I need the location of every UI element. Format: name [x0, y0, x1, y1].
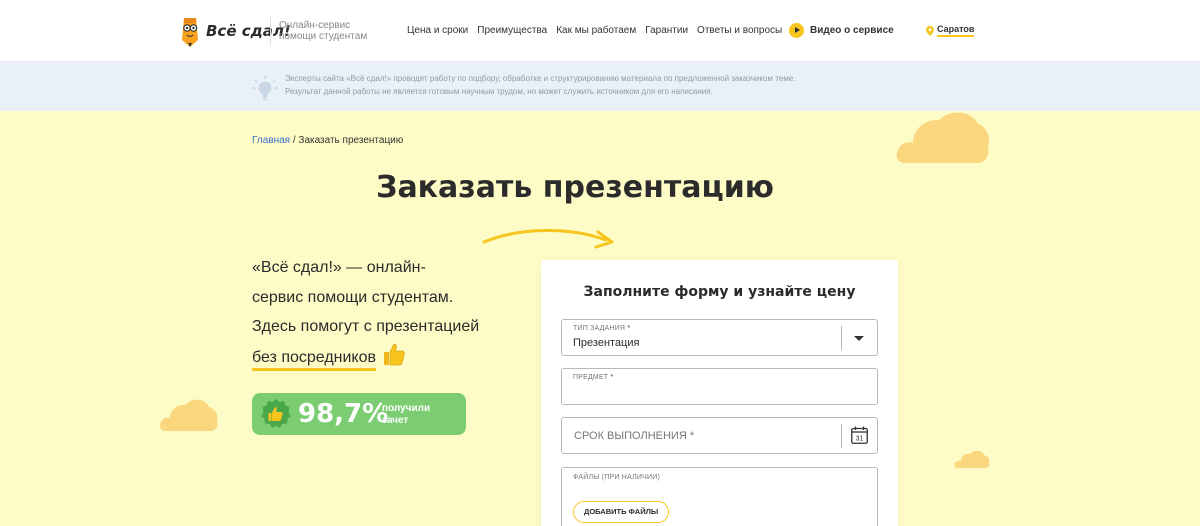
calendar-icon[interactable]: 31 [851, 426, 868, 444]
nav-faq[interactable]: Ответы и вопросы [697, 25, 782, 36]
lightbulb-icon [252, 75, 278, 101]
thumbs-up-icon [384, 343, 405, 365]
files-field: ФАЙЛЫ (ПРИ НАЛИЧИИ) ДОБАВИТЬ ФАЙЛЫ [561, 467, 878, 526]
play-icon [789, 23, 804, 38]
page-title: Заказать презентацию [376, 170, 774, 205]
cloud-decoration-icon [896, 112, 989, 163]
task-type-value: Презентация [573, 337, 640, 349]
cloud-decoration-icon [954, 450, 990, 468]
curved-arrow-icon [482, 229, 614, 249]
intro-line-2: сервис помощи студентам. [252, 288, 454, 306]
add-files-button[interactable]: ДОБАВИТЬ ФАЙЛЫ [573, 501, 670, 523]
breadcrumb-current: Заказать презентацию [298, 135, 404, 146]
order-form-title: Заполните форму и узнайте цену [583, 284, 856, 300]
nav-how-we-work[interactable]: Как мы работаем [556, 25, 636, 36]
city-selector[interactable]: Саратов [926, 24, 975, 37]
breadcrumb-separator: / [292, 135, 296, 146]
breadcrumb: Главная / Заказать презентацию [252, 135, 403, 146]
brand-name: Всё сдал! [206, 22, 291, 40]
disclaimer-line-2: Результат данной работы не является гото… [285, 86, 713, 96]
deadline-field[interactable]: СРОК ВЫПОЛНЕНИЯ * 31 [561, 417, 878, 454]
intro-line-4: без посредников [252, 348, 377, 371]
required-mark: * [627, 325, 631, 332]
subject-field[interactable]: ПРЕДМЕТ * [561, 368, 878, 405]
nav-price-and-terms[interactable]: Цена и сроки [407, 25, 468, 36]
logo-divider [270, 17, 271, 45]
files-label: ФАЙЛЫ (ПРИ НАЛИЧИИ) [573, 474, 660, 481]
tagline: Онлайн-сервис помощи студентам [279, 20, 367, 42]
intro-line-1: «Всё сдал!» — онлайн- [252, 259, 426, 276]
thumbs-up-seal-icon [261, 399, 291, 428]
breadcrumb-home-link[interactable]: Главная [252, 135, 290, 146]
success-rate-label-line-1: получили [382, 403, 431, 414]
pencil-mascot-icon [182, 18, 198, 47]
intro-text: «Всё сдал!» — онлайн- сервис помощи студ… [252, 253, 522, 372]
site-logo[interactable]: Всё сдал! [178, 12, 291, 50]
order-form-card: Заполните форму и узнайте цену ТИП ЗАДАН… [541, 260, 898, 526]
task-type-select[interactable]: ТИП ЗАДАНИЯ * Презентация [561, 319, 878, 356]
deadline-divider [841, 424, 842, 448]
intro-line-4-wrap: без посредников [252, 342, 522, 373]
required-mark: * [689, 430, 695, 442]
subject-label: ПРЕДМЕТ * [573, 374, 613, 381]
tagline-line-2: помощи студентам [279, 31, 368, 42]
main-nav: Цена и сроки Преимущества Как мы работае… [407, 25, 782, 36]
success-rate-value: 98,7% [298, 399, 389, 429]
nav-guarantees[interactable]: Гарантии [645, 25, 688, 36]
video-label: Видео о сервисе [810, 25, 894, 36]
site-header: Всё сдал! Онлайн-сервис помощи студентам… [0, 0, 1200, 62]
select-divider [841, 326, 842, 350]
location-pin-icon [926, 25, 934, 36]
success-rate-badge: 98,7% получили зачет [252, 393, 466, 435]
tagline-line-1: Онлайн-сервис [279, 20, 351, 31]
required-mark: * [610, 374, 614, 381]
deadline-placeholder-text: СРОК ВЫПОЛНЕНИЯ [574, 430, 687, 442]
calendar-day: 31 [856, 436, 864, 443]
disclaimer-text: Эксперты сайта «Всё сдал!» проводят рабо… [285, 73, 795, 98]
success-rate-label: получили зачет [382, 403, 430, 427]
intro-line-3: Здесь помогут с презентацией [252, 318, 480, 335]
subject-label-text: ПРЕДМЕТ [573, 374, 609, 381]
video-link[interactable]: Видео о сервисе [789, 23, 894, 38]
chevron-down-icon[interactable] [854, 336, 864, 341]
cloud-decoration-icon [160, 399, 218, 431]
task-type-label-text: ТИП ЗАДАНИЯ [573, 325, 626, 332]
disclaimer-line-1: Эксперты сайта «Всё сдал!» проводят рабо… [285, 74, 796, 83]
success-rate-label-line-2: зачет [382, 415, 409, 426]
city-name: Саратов [937, 24, 975, 37]
task-type-label: ТИП ЗАДАНИЯ * [573, 325, 630, 332]
deadline-placeholder: СРОК ВЫПОЛНЕНИЯ * [574, 430, 694, 442]
nav-advantages[interactable]: Преимущества [477, 25, 547, 36]
